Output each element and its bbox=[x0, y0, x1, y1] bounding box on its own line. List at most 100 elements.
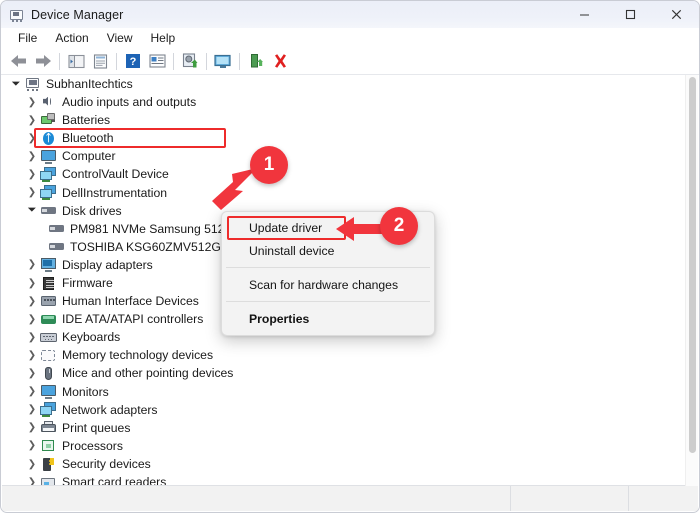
close-icon[interactable] bbox=[653, 1, 699, 28]
tree-item-label: Memory technology devices bbox=[62, 348, 214, 363]
network-adapter-icon bbox=[40, 402, 57, 418]
printer-icon bbox=[40, 420, 57, 435]
tree-item-label: Display adapters bbox=[62, 257, 153, 272]
tree-item-processors[interactable]: ❯ Processors bbox=[2, 437, 698, 455]
tree-item-dellinstrumentation[interactable]: ❯ DellInstrumentation bbox=[2, 184, 698, 202]
disk-icon bbox=[48, 221, 65, 236]
chevron-right-icon[interactable]: ❯ bbox=[24, 187, 40, 198]
context-menu-item-scan-for-hardware-changes[interactable]: Scan for hardware changes bbox=[222, 273, 434, 296]
chevron-right-icon[interactable]: ❯ bbox=[24, 259, 40, 270]
tree-item-bluetooth[interactable]: ❯ ᛏ Bluetooth bbox=[2, 129, 698, 147]
chevron-right-icon[interactable]: ❯ bbox=[24, 332, 40, 343]
menu-view[interactable]: View bbox=[98, 29, 142, 47]
menu-file[interactable]: File bbox=[9, 29, 46, 47]
tree-item-controlvault-device[interactable]: ❯ ControlVault Device bbox=[2, 165, 698, 183]
tree-item-network-adapters[interactable]: ❯ Network adapters bbox=[2, 401, 698, 419]
toolbar: ? bbox=[1, 48, 699, 75]
back-arrow-icon[interactable] bbox=[7, 50, 31, 73]
chevron-right-icon[interactable]: ❯ bbox=[24, 314, 40, 325]
tree-item-computer[interactable]: ❯ Computer bbox=[2, 147, 698, 165]
show-hide-console-tree-icon[interactable] bbox=[64, 50, 88, 73]
tree-item-audio-inputs-and-outputs[interactable]: ❯ Audio inputs and outputs bbox=[2, 93, 698, 111]
chevron-right-icon[interactable]: ❯ bbox=[24, 97, 40, 108]
enable-device-icon[interactable] bbox=[244, 50, 268, 73]
separator-3 bbox=[173, 52, 174, 70]
keyboard-icon bbox=[40, 330, 57, 345]
separator-1 bbox=[59, 52, 60, 70]
tree-item-monitors[interactable]: ❯ Monitors bbox=[2, 383, 698, 401]
tree-root-label: SubhanItechtics bbox=[46, 76, 133, 91]
chevron-right-icon[interactable]: ❯ bbox=[24, 278, 40, 289]
vertical-scrollbar[interactable] bbox=[685, 75, 698, 486]
chevron-right-icon[interactable]: ❯ bbox=[24, 440, 40, 451]
tree-root-item[interactable]: ⏷ SubhanItechtics bbox=[2, 75, 698, 93]
tree-item-label: Computer bbox=[62, 149, 116, 164]
tree-item-label: Keyboards bbox=[62, 330, 121, 345]
separator-4 bbox=[206, 52, 207, 70]
uninstall-device-icon[interactable] bbox=[268, 50, 292, 73]
tree-item-label: Monitors bbox=[62, 384, 109, 399]
hid-icon bbox=[40, 294, 57, 309]
tree-item-print-queues[interactable]: ❯ Print queues bbox=[2, 419, 698, 437]
context-menu-item-properties[interactable]: Properties bbox=[222, 307, 434, 330]
annotation-badge-2: 2 bbox=[380, 207, 418, 245]
tree-item-security-devices[interactable]: ❯ Security devices bbox=[2, 455, 698, 473]
window-controls bbox=[561, 1, 699, 28]
battery-icon bbox=[40, 112, 57, 128]
device-manager-icon bbox=[10, 8, 24, 22]
chevron-right-icon[interactable]: ❯ bbox=[24, 459, 40, 470]
separator-2 bbox=[116, 52, 117, 70]
properties-icon[interactable] bbox=[88, 50, 112, 73]
memory-technology-icon bbox=[40, 348, 57, 363]
tree-item-label: Firmware bbox=[62, 275, 113, 290]
forward-arrow-icon[interactable] bbox=[31, 50, 55, 73]
status-bar-main bbox=[2, 486, 510, 511]
tree-item-label: Batteries bbox=[62, 113, 111, 128]
context-menu-separator bbox=[226, 267, 430, 268]
vertical-scrollbar-thumb[interactable] bbox=[689, 77, 696, 453]
tree-item-memory-technology-devices[interactable]: ❯ Memory technology devices bbox=[2, 346, 698, 364]
details-view-icon[interactable] bbox=[145, 50, 169, 73]
help-icon[interactable]: ? bbox=[121, 50, 145, 73]
tree-item-mice-and-other-pointing-devices[interactable]: ❯ Mice and other pointing devices bbox=[2, 365, 698, 383]
annotation-badge-1: 1 bbox=[250, 146, 288, 184]
chevron-right-icon[interactable]: ❯ bbox=[24, 151, 40, 162]
separator-5 bbox=[239, 52, 240, 70]
tree-item-label: Audio inputs and outputs bbox=[62, 95, 197, 110]
chevron-right-icon[interactable]: ❯ bbox=[24, 350, 40, 361]
chevron-right-icon[interactable]: ❯ bbox=[24, 386, 40, 397]
chevron-right-icon[interactable]: ❯ bbox=[24, 115, 40, 126]
chevron-down-icon[interactable]: ⏷ bbox=[24, 204, 40, 217]
tree-item-label: DellInstrumentation bbox=[62, 185, 167, 200]
tree-item-label: TOSHIBA KSG60ZMV512G bbox=[70, 239, 221, 254]
tree-item-label: Processors bbox=[62, 438, 123, 453]
chevron-down-icon[interactable]: ⏷ bbox=[8, 78, 24, 91]
chevron-right-icon[interactable]: ❯ bbox=[24, 296, 40, 307]
update-driver-icon[interactable] bbox=[178, 50, 202, 73]
bluetooth-icon: ᛏ bbox=[40, 131, 57, 146]
scan-hardware-changes-icon[interactable] bbox=[211, 50, 235, 73]
minimize-icon[interactable] bbox=[561, 1, 607, 28]
tree-item-label: Bluetooth bbox=[62, 131, 114, 146]
chevron-right-icon[interactable]: ❯ bbox=[24, 404, 40, 415]
status-bar-panel-2 bbox=[510, 486, 628, 511]
chevron-right-icon[interactable]: ❯ bbox=[24, 368, 40, 379]
tree-item-label: IDE ATA/ATAPI controllers bbox=[62, 312, 204, 327]
context-menu-separator bbox=[226, 301, 430, 302]
tree-item-label: ControlVault Device bbox=[62, 167, 169, 182]
tree-item-label: Print queues bbox=[62, 420, 131, 435]
chevron-right-icon[interactable]: ❯ bbox=[24, 422, 40, 433]
computer-icon bbox=[24, 77, 41, 92]
maximize-icon[interactable] bbox=[607, 1, 653, 28]
menu-action[interactable]: Action bbox=[46, 29, 97, 47]
tree-item-batteries[interactable]: ❯ Batteries bbox=[2, 111, 698, 129]
chevron-right-icon[interactable]: ❯ bbox=[24, 169, 40, 180]
svg-text:?: ? bbox=[130, 56, 137, 68]
firmware-icon bbox=[40, 276, 57, 291]
display-adapter-icon bbox=[40, 257, 57, 273]
status-bar bbox=[2, 485, 698, 511]
menu-help[interactable]: Help bbox=[142, 29, 185, 47]
processor-icon bbox=[40, 438, 57, 453]
mouse-icon bbox=[40, 366, 57, 381]
chevron-right-icon[interactable]: ❯ bbox=[24, 133, 40, 144]
